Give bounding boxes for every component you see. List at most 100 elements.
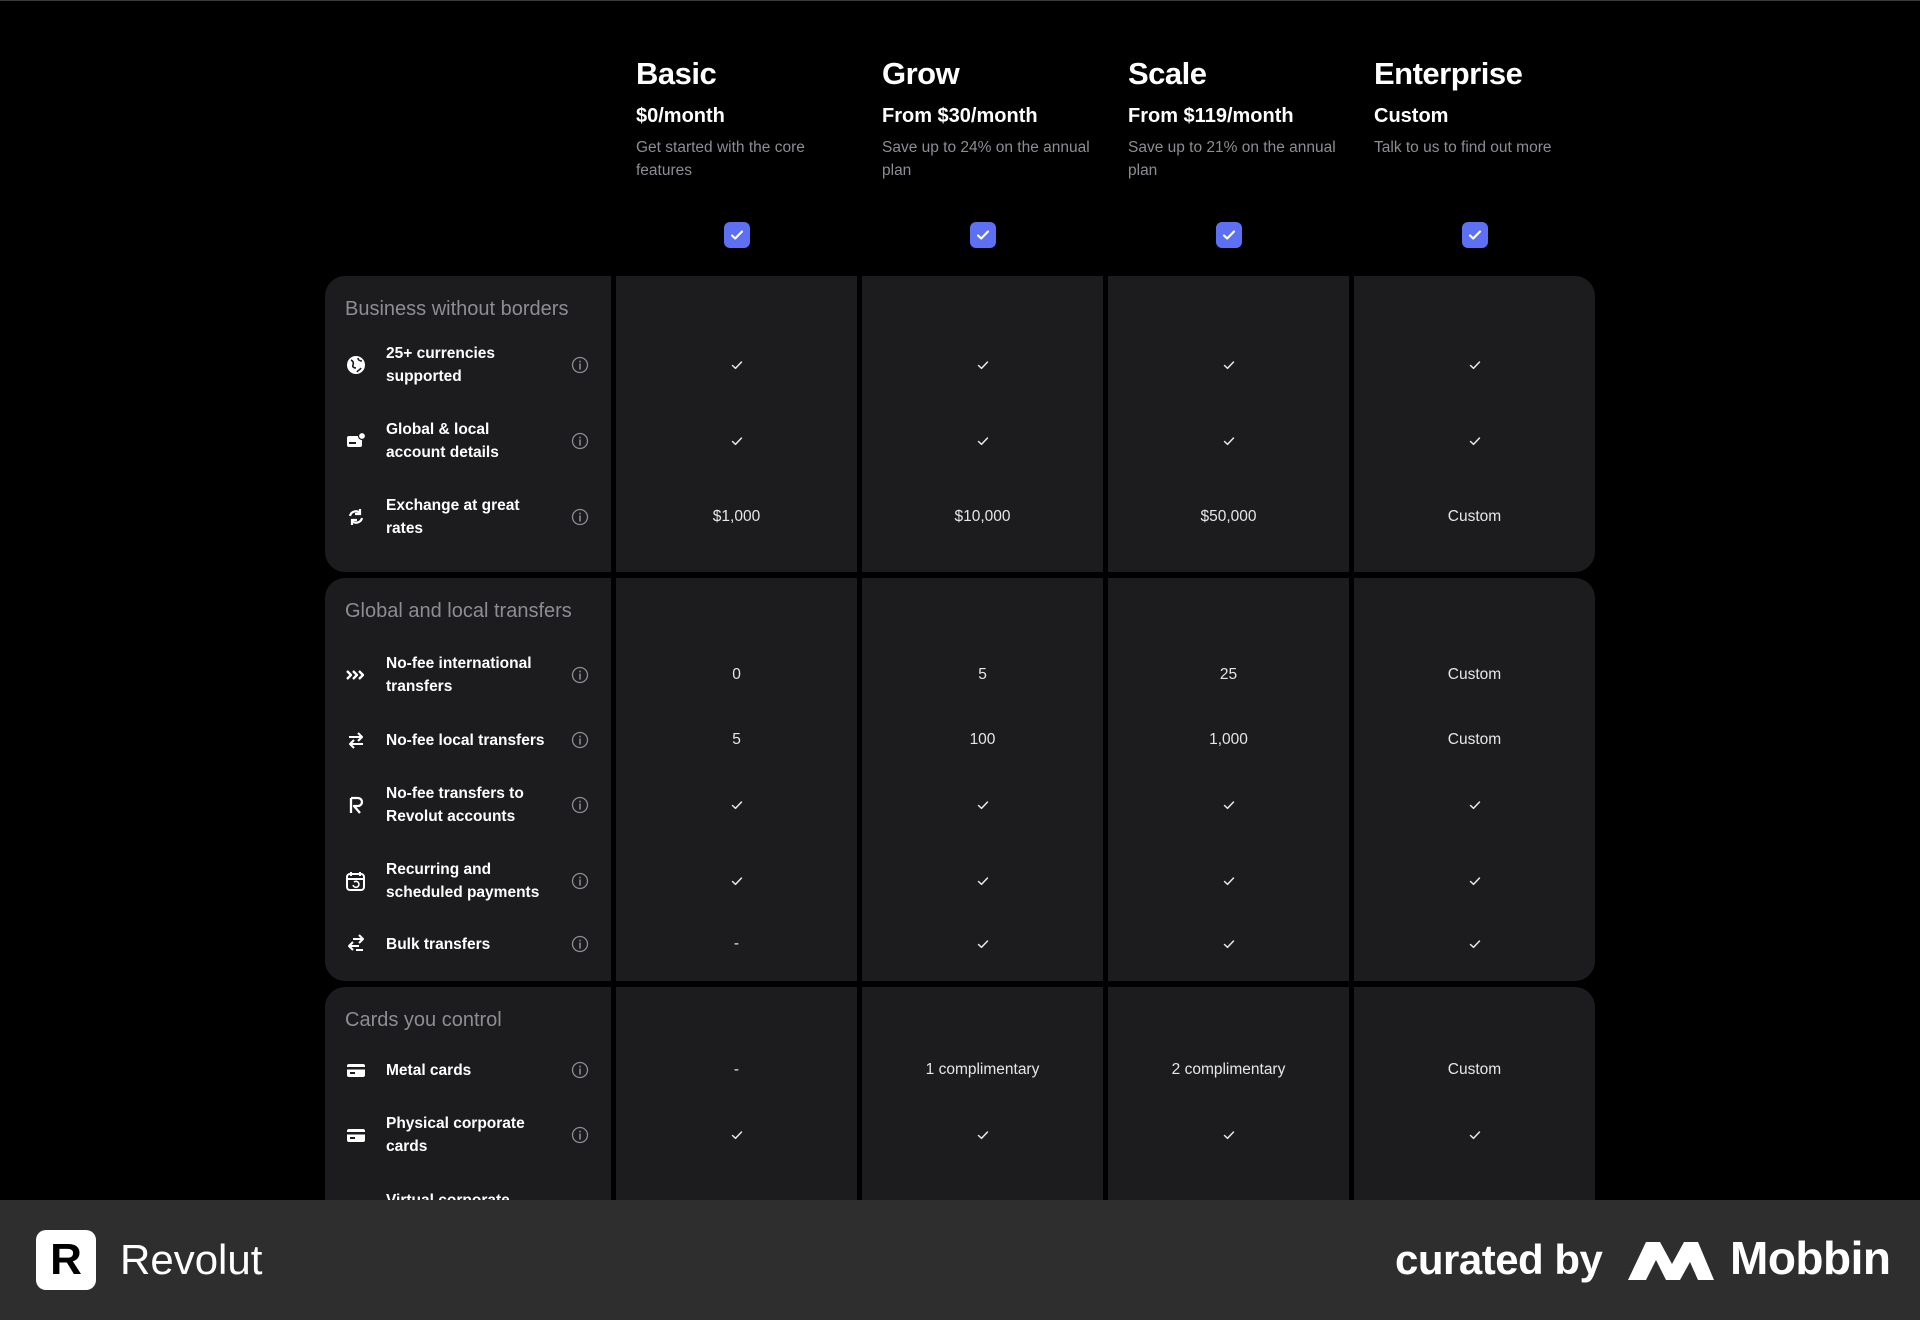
info-icon[interactable] [571,1126,589,1144]
plan-description: Talk to us to find out more [1374,139,1552,156]
revolut-r-icon [345,794,367,816]
feature-value: 5 [732,731,741,748]
feature-row: Metal cards - 1 complimentary 2 complime… [325,1047,1595,1093]
plan-description: Save up to 21% on the annual plan [1128,139,1336,179]
feature-label: No-fee local transfers [386,732,545,749]
feature-value: $50,000 [1200,508,1257,525]
plan-column-grow [862,987,1103,1200]
bulk-transfer-icon [345,933,367,955]
check-icon [1354,434,1595,448]
check-icon [1108,937,1349,951]
check-icon [616,358,857,372]
international-transfer-icon [345,664,367,686]
plan-scale-checkbox[interactable] [1216,222,1242,248]
feature-row: Virtual corporate [325,1189,1595,1200]
feature-row: Global & local account details [325,418,1595,464]
local-transfer-icon [345,729,367,751]
info-icon[interactable] [571,432,589,450]
check-icon [862,434,1103,448]
plan-grow: Grow From $30/month Save up to 24% on th… [882,56,1102,182]
feature-row: No-fee local transfers 5 100 1,000 Custo… [325,717,1595,763]
plan-column-scale [1108,987,1349,1200]
plan-name: Enterprise [1374,56,1523,91]
check-icon [616,798,857,812]
info-icon[interactable] [571,935,589,953]
feature-row: Physical corporate cards [325,1112,1595,1158]
info-icon[interactable] [571,508,589,526]
plan-basic-checkbox[interactable] [724,222,750,248]
feature-value: 100 [969,731,996,748]
info-icon[interactable] [571,666,589,684]
feature-value: - [733,935,740,952]
plan-description: Save up to 24% on the annual plan [882,139,1090,179]
plan-column-enterprise [1354,987,1595,1200]
check-icon [1354,358,1595,372]
info-icon[interactable] [571,872,589,890]
feature-row: 25+ currencies supported [325,342,1595,388]
revolut-logo: R [36,1230,96,1290]
plan-description: Get started with the core features [636,139,805,179]
feature-row: No-fee international transfers 0 5 25 Cu… [325,652,1595,698]
feature-label: Global & local account details [386,421,499,461]
plan-grow-checkbox[interactable] [970,222,996,248]
feature-value: $10,000 [954,508,1011,525]
plan-scale: Scale From $119/month Save up to 21% on … [1128,56,1348,182]
check-icon [1108,358,1349,372]
feature-row: Bulk transfers - [325,921,1595,967]
account-details-icon [345,430,367,452]
check-icon [1108,1128,1349,1142]
plan-enterprise-checkbox[interactable] [1462,222,1488,248]
globe-icon [345,354,367,376]
group-global-and-local-transfers: Global and local transfers No-fee intern… [325,578,1595,981]
check-icon [1354,874,1595,888]
group-cards-you-control: Cards you control Metal cards - 1 compli… [325,987,1595,1200]
plans-header: Basic $0/month Get started with the core… [636,56,1596,256]
plan-price: $0/month [636,105,725,127]
info-icon[interactable] [571,796,589,814]
check-icon [862,1128,1103,1142]
check-icon [1354,798,1595,812]
feature-value: Custom [1447,666,1502,683]
feature-value: $1,000 [712,508,761,525]
feature-label: Physical corporate cards [386,1115,525,1155]
plan-price: From $30/month [882,105,1038,127]
feature-value: Custom [1447,731,1502,748]
feature-value: 2 complimentary [1171,1061,1286,1078]
exchange-icon [345,506,367,528]
info-icon[interactable] [571,731,589,749]
check-icon [1108,874,1349,888]
feature-row: Recurring and scheduled payments [325,858,1595,904]
plan-price: From $119/month [1128,105,1294,127]
mobbin-logo-icon [1626,1238,1716,1282]
group-business-without-borders: Business without borders 25+ currencies … [325,276,1595,572]
check-icon [1108,798,1349,812]
group-title: Cards you control [345,1009,502,1031]
plan-basic: Basic $0/month Get started with the core… [636,56,856,182]
feature-label: Metal cards [386,1062,472,1079]
check-icon [1354,1128,1595,1142]
feature-value: 25 [1219,666,1238,683]
feature-value: 1 complimentary [925,1061,1040,1078]
plan-column-basic [616,987,857,1200]
group-title: Business without borders [345,298,569,320]
feature-row: No-fee transfers to Revolut accounts [325,782,1595,828]
top-divider [0,0,1920,1]
mobbin-name: Mobbin [1730,1232,1891,1284]
plan-price: Custom [1374,105,1449,127]
feature-label: Virtual corporate [386,1189,546,1200]
check-icon [1354,937,1595,951]
curated-by-label: curated by [1395,1236,1603,1283]
info-icon[interactable] [571,1061,589,1079]
brand-name: Revolut [120,1236,263,1283]
card-icon [345,1124,367,1146]
check-icon [1108,434,1349,448]
info-icon[interactable] [571,356,589,374]
check-icon [616,434,857,448]
plan-name: Basic [636,56,717,91]
feature-value: Custom [1447,508,1502,525]
footer-bar: R Revolut curated by Mobbin [0,1200,1920,1320]
feature-value: 1,000 [1209,731,1248,748]
check-icon [616,1128,857,1142]
feature-row: Exchange at great rates $1,000 $10,000 $… [325,494,1595,540]
feature-label: Bulk transfers [386,936,491,953]
